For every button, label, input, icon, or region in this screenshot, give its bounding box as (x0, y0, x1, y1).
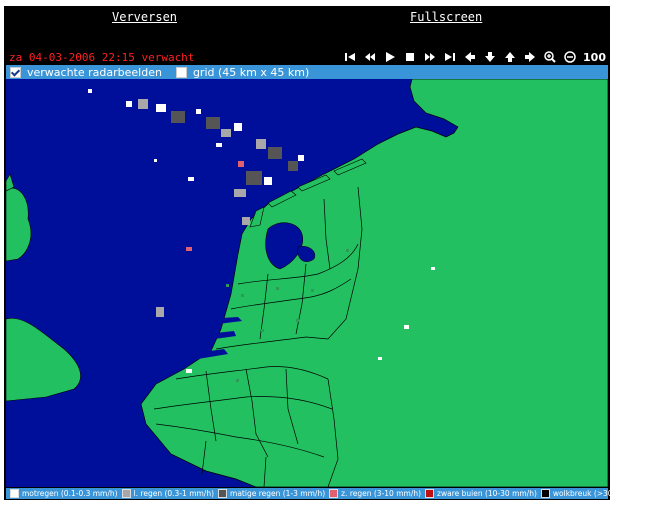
legend-label: matige regen (1-3 mm/h) (230, 489, 326, 498)
legend-label: zware buien (10-30 mm/h) (437, 489, 537, 498)
forecast-option[interactable]: verwachte radarbeelden (10, 66, 162, 79)
timestamp: za 04-03-2006 22:15 verwacht (9, 51, 195, 64)
pan-left-icon[interactable] (461, 50, 478, 64)
forecast-label: verwachte radarbeelden (27, 65, 162, 79)
zoom-level: 100 (583, 50, 606, 64)
fullscreen-link[interactable]: Fullscreen (410, 10, 482, 24)
legend-swatch (218, 489, 228, 498)
last-icon[interactable] (441, 50, 458, 64)
legend-swatch (10, 489, 19, 498)
stop-icon[interactable] (401, 50, 418, 64)
legend-item: zware buien (10-30 mm/h) (425, 489, 537, 498)
legend-swatch (540, 489, 550, 498)
legend-label: wolkbreuk (>30 mm/h) (552, 489, 640, 498)
play-icon[interactable] (381, 50, 398, 64)
legend-label: motregen (0.1-0.3 mm/h) (22, 489, 118, 498)
rewind-icon[interactable] (361, 50, 378, 64)
options-bar: verwachte radarbeelden grid (45 km x 45 … (6, 65, 608, 79)
legend-label: l. regen (0.3-1 mm/h) (133, 489, 215, 498)
radar-viewer: Verversen Fullscreen za 04-03-2006 22:15… (4, 6, 640, 500)
grid-option[interactable]: grid (45 km x 45 km) (175, 65, 310, 79)
forecast-checkbox[interactable] (10, 66, 21, 78)
precipitation-legend: motregen (0.1-0.3 mm/h) l. regen (0.3-1 … (6, 488, 640, 499)
legend-item: z. regen (3-10 mm/h) (329, 489, 421, 498)
pan-down-icon[interactable] (481, 50, 498, 64)
pan-up-icon[interactable] (501, 50, 518, 64)
radar-map[interactable] (6, 79, 608, 487)
legend-item: wolkbreuk (>30 mm/h) (540, 489, 640, 498)
zoom-out-icon[interactable] (561, 50, 578, 64)
grid-label: grid (45 km x 45 km) (192, 65, 310, 79)
legend-swatch (329, 489, 339, 498)
fast-forward-icon[interactable] (421, 50, 438, 64)
zoom-in-icon[interactable] (541, 50, 558, 64)
playback-controls: 100 (341, 50, 606, 64)
legend-swatch (121, 489, 131, 498)
legend-item: motregen (0.1-0.3 mm/h) (10, 489, 118, 498)
refresh-link[interactable]: Verversen (112, 10, 177, 24)
legend-label: z. regen (3-10 mm/h) (341, 489, 422, 498)
legend-swatch (425, 489, 435, 498)
grid-checkbox[interactable] (175, 66, 187, 78)
legend-item: matige regen (1-3 mm/h) (218, 489, 325, 498)
legend-item: l. regen (0.3-1 mm/h) (121, 489, 215, 498)
first-icon[interactable] (341, 50, 358, 64)
pan-right-icon[interactable] (521, 50, 538, 64)
